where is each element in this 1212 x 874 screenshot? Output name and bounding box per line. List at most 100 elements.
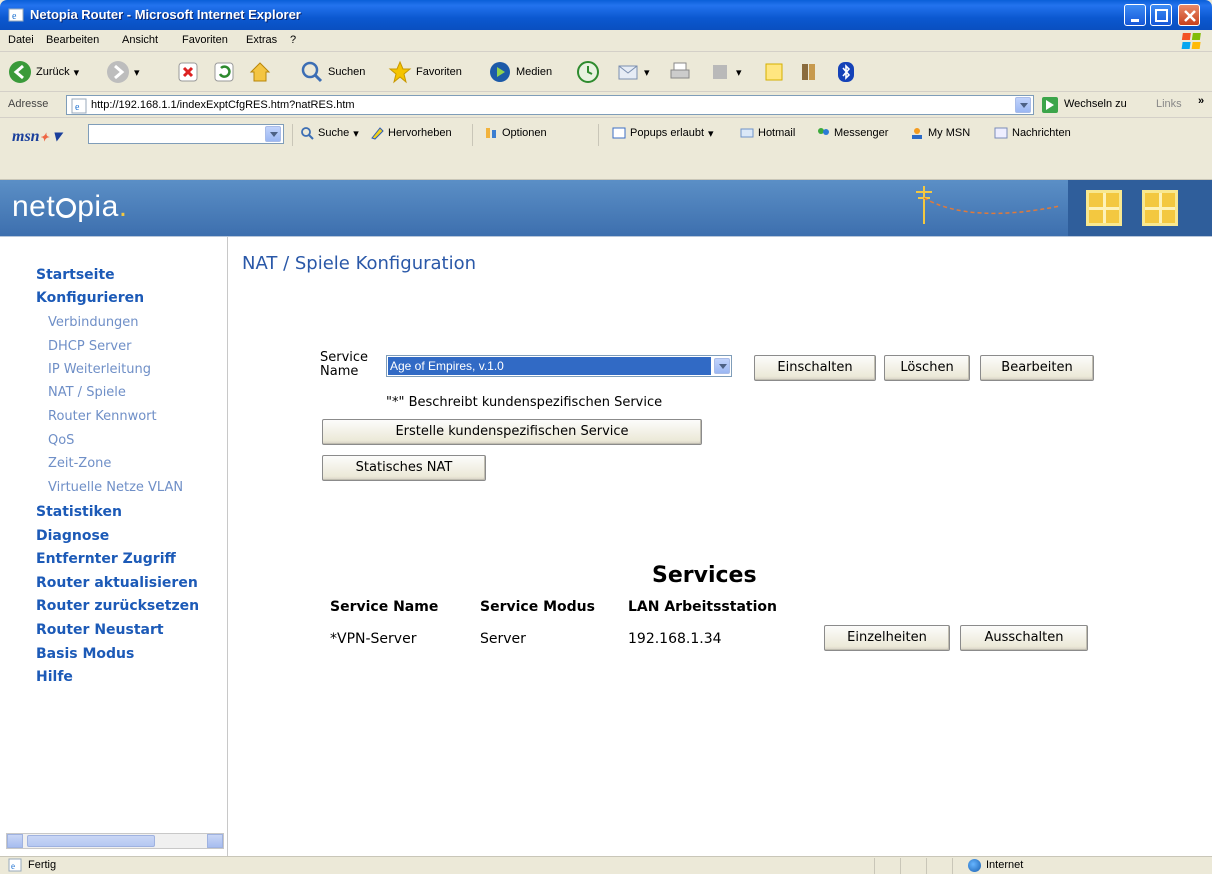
favorites-button[interactable]: Favoriten [388, 58, 462, 86]
edit-button[interactable]: ▾ [708, 58, 742, 86]
sidebar-item-konfigurieren[interactable]: Konfigurieren [36, 290, 144, 306]
popups-button[interactable]: Popups erlaubt ▾ [612, 126, 714, 140]
chevron-down-icon[interactable] [714, 358, 730, 374]
sidebar-item-zeit-zone[interactable]: Zeit-Zone [48, 456, 111, 471]
disable-button[interactable]: Ausschalten [960, 625, 1088, 651]
netopia-header: net pia. [0, 180, 1212, 236]
hotmail-button[interactable]: Hotmail [740, 126, 795, 140]
sidebar-item-entfernter-zugriff[interactable]: Entfernter Zugriff [36, 551, 176, 567]
scroll-thumb[interactable] [27, 835, 155, 847]
sidebar-item-router-zuruecksetzen[interactable]: Router zurücksetzen [36, 598, 199, 614]
back-button[interactable]: Zurück ▾ [8, 58, 79, 86]
column-header-service-modus: Service Modus [480, 599, 595, 615]
bluetooth-icon [838, 62, 854, 82]
create-custom-service-button[interactable]: Erstelle kundenspezifischen Service [322, 419, 702, 445]
sidebar-item-qos[interactable]: QoS [48, 433, 74, 448]
page-title: NAT / Spiele Konfiguration [242, 253, 477, 274]
sidebar-item-router-neustart[interactable]: Router Neustart [36, 622, 164, 638]
sidebar-item-dhcp-server[interactable]: DHCP Server [48, 339, 131, 354]
news-button[interactable]: Nachrichten [994, 126, 1071, 140]
sidebar-item-startseite[interactable]: Startseite [36, 267, 115, 283]
sidebar-item-nat-spiele[interactable]: NAT / Spiele [48, 385, 126, 400]
minimize-button[interactable] [1124, 4, 1146, 26]
discuss-button[interactable] [762, 58, 786, 86]
chevron-right-icon[interactable]: » [1198, 95, 1204, 107]
address-bar: Adresse e http://192.168.1.1/indexExptCf… [0, 92, 1212, 118]
msn-search-dropdown[interactable] [265, 126, 281, 142]
maximize-button[interactable] [1150, 4, 1172, 26]
search-button[interactable]: Suchen [300, 58, 365, 86]
menu-datei[interactable]: Datei [8, 34, 34, 46]
msn-logo[interactable]: msn✦ ▾ [12, 126, 61, 146]
mail-button[interactable]: ▾ [616, 58, 650, 86]
history-button[interactable] [576, 58, 600, 86]
mymsn-button[interactable]: My MSN [910, 126, 970, 140]
enable-button[interactable]: Einschalten [754, 355, 876, 381]
options-icon [486, 128, 496, 138]
msn-search-button[interactable]: Suche ▾ [300, 126, 359, 140]
menu-ansicht[interactable]: Ansicht [122, 34, 158, 46]
close-button[interactable] [1178, 4, 1200, 26]
sidebar-item-hilfe[interactable]: Hilfe [36, 669, 73, 685]
research-button[interactable] [798, 58, 822, 86]
static-nat-button[interactable]: Statisches NAT [322, 455, 486, 481]
scroll-left-icon[interactable] [7, 834, 23, 848]
service-name-select[interactable]: Age of Empires, v.1.0 [386, 355, 732, 377]
printer-icon [670, 62, 690, 79]
page-content-area: Startseite Konfigurieren Verbindungen DH… [0, 236, 1212, 857]
chevron-down-icon: ▾ [134, 66, 140, 79]
security-zone: Internet [986, 859, 1024, 871]
sidebar-horizontal-scrollbar[interactable] [6, 833, 224, 849]
go-button[interactable]: Wechseln zu [1064, 98, 1127, 110]
options-label: Optionen [502, 127, 547, 139]
print-button[interactable] [668, 58, 692, 86]
menu-help[interactable]: ? [290, 34, 296, 46]
msn-search-input[interactable] [88, 124, 284, 144]
scroll-right-icon[interactable] [207, 834, 223, 848]
details-button[interactable]: Einzelheiten [824, 625, 950, 651]
address-label: Adresse [8, 98, 49, 110]
divider [598, 124, 599, 146]
media-button[interactable]: Medien [488, 58, 552, 86]
forward-button[interactable]: ▾ [106, 58, 140, 86]
menu-bearbeiten[interactable]: Bearbeiten [46, 34, 99, 46]
forward-arrow-icon [107, 61, 129, 83]
sidebar-item-statistiken[interactable]: Statistiken [36, 504, 122, 520]
stop-button[interactable] [176, 58, 200, 86]
service-name-label: Service Name [320, 351, 368, 379]
title-bar: e Netopia Router - Microsoft Internet Ex… [0, 0, 1212, 30]
status-text: Fertig [28, 859, 57, 871]
divider [292, 124, 293, 146]
highlight-button[interactable]: Hervorheben [370, 126, 452, 140]
delete-button[interactable]: Löschen [884, 355, 970, 381]
divider [472, 124, 473, 146]
status-divider [874, 858, 875, 874]
go-arrow-icon[interactable] [1042, 97, 1058, 113]
edit-button[interactable]: Bearbeiten [980, 355, 1094, 381]
links-button[interactable]: Links [1156, 98, 1182, 110]
column-header-lan-station: LAN Arbeitsstation [628, 599, 777, 615]
sidebar-item-vlan[interactable]: Virtuelle Netze VLAN [48, 480, 183, 495]
sidebar-item-router-kennwort[interactable]: Router Kennwort [48, 409, 157, 424]
bluetooth-button[interactable] [834, 58, 858, 86]
sidebar-item-diagnose[interactable]: Diagnose [36, 528, 109, 544]
sidebar-item-ip-weiterleitung[interactable]: IP Weiterleitung [48, 362, 151, 377]
search-label: Suchen [328, 66, 366, 78]
options-button[interactable]: Optionen [484, 126, 547, 140]
services-heading: Services [652, 563, 757, 588]
highlight-label: Hervorheben [388, 127, 452, 139]
note-icon [765, 63, 783, 81]
sidebar-item-router-aktualisieren[interactable]: Router aktualisieren [36, 575, 198, 591]
refresh-button[interactable] [212, 58, 236, 86]
home-button[interactable] [248, 58, 272, 86]
address-input[interactable]: e http://192.168.1.1/indexExptCfgRES.htm… [66, 95, 1034, 115]
messenger-button[interactable]: Messenger [816, 126, 888, 140]
sidebar-item-verbindungen[interactable]: Verbindungen [48, 315, 139, 330]
netopia-logo[interactable]: net pia. [12, 190, 128, 224]
sidebar-item-basis-modus[interactable]: Basis Modus [36, 646, 134, 662]
menu-favoriten[interactable]: Favoriten [182, 34, 228, 46]
media-label: Medien [516, 66, 553, 78]
address-dropdown-button[interactable] [1015, 97, 1031, 113]
menu-extras[interactable]: Extras [246, 34, 277, 46]
mail-icon [618, 65, 638, 80]
